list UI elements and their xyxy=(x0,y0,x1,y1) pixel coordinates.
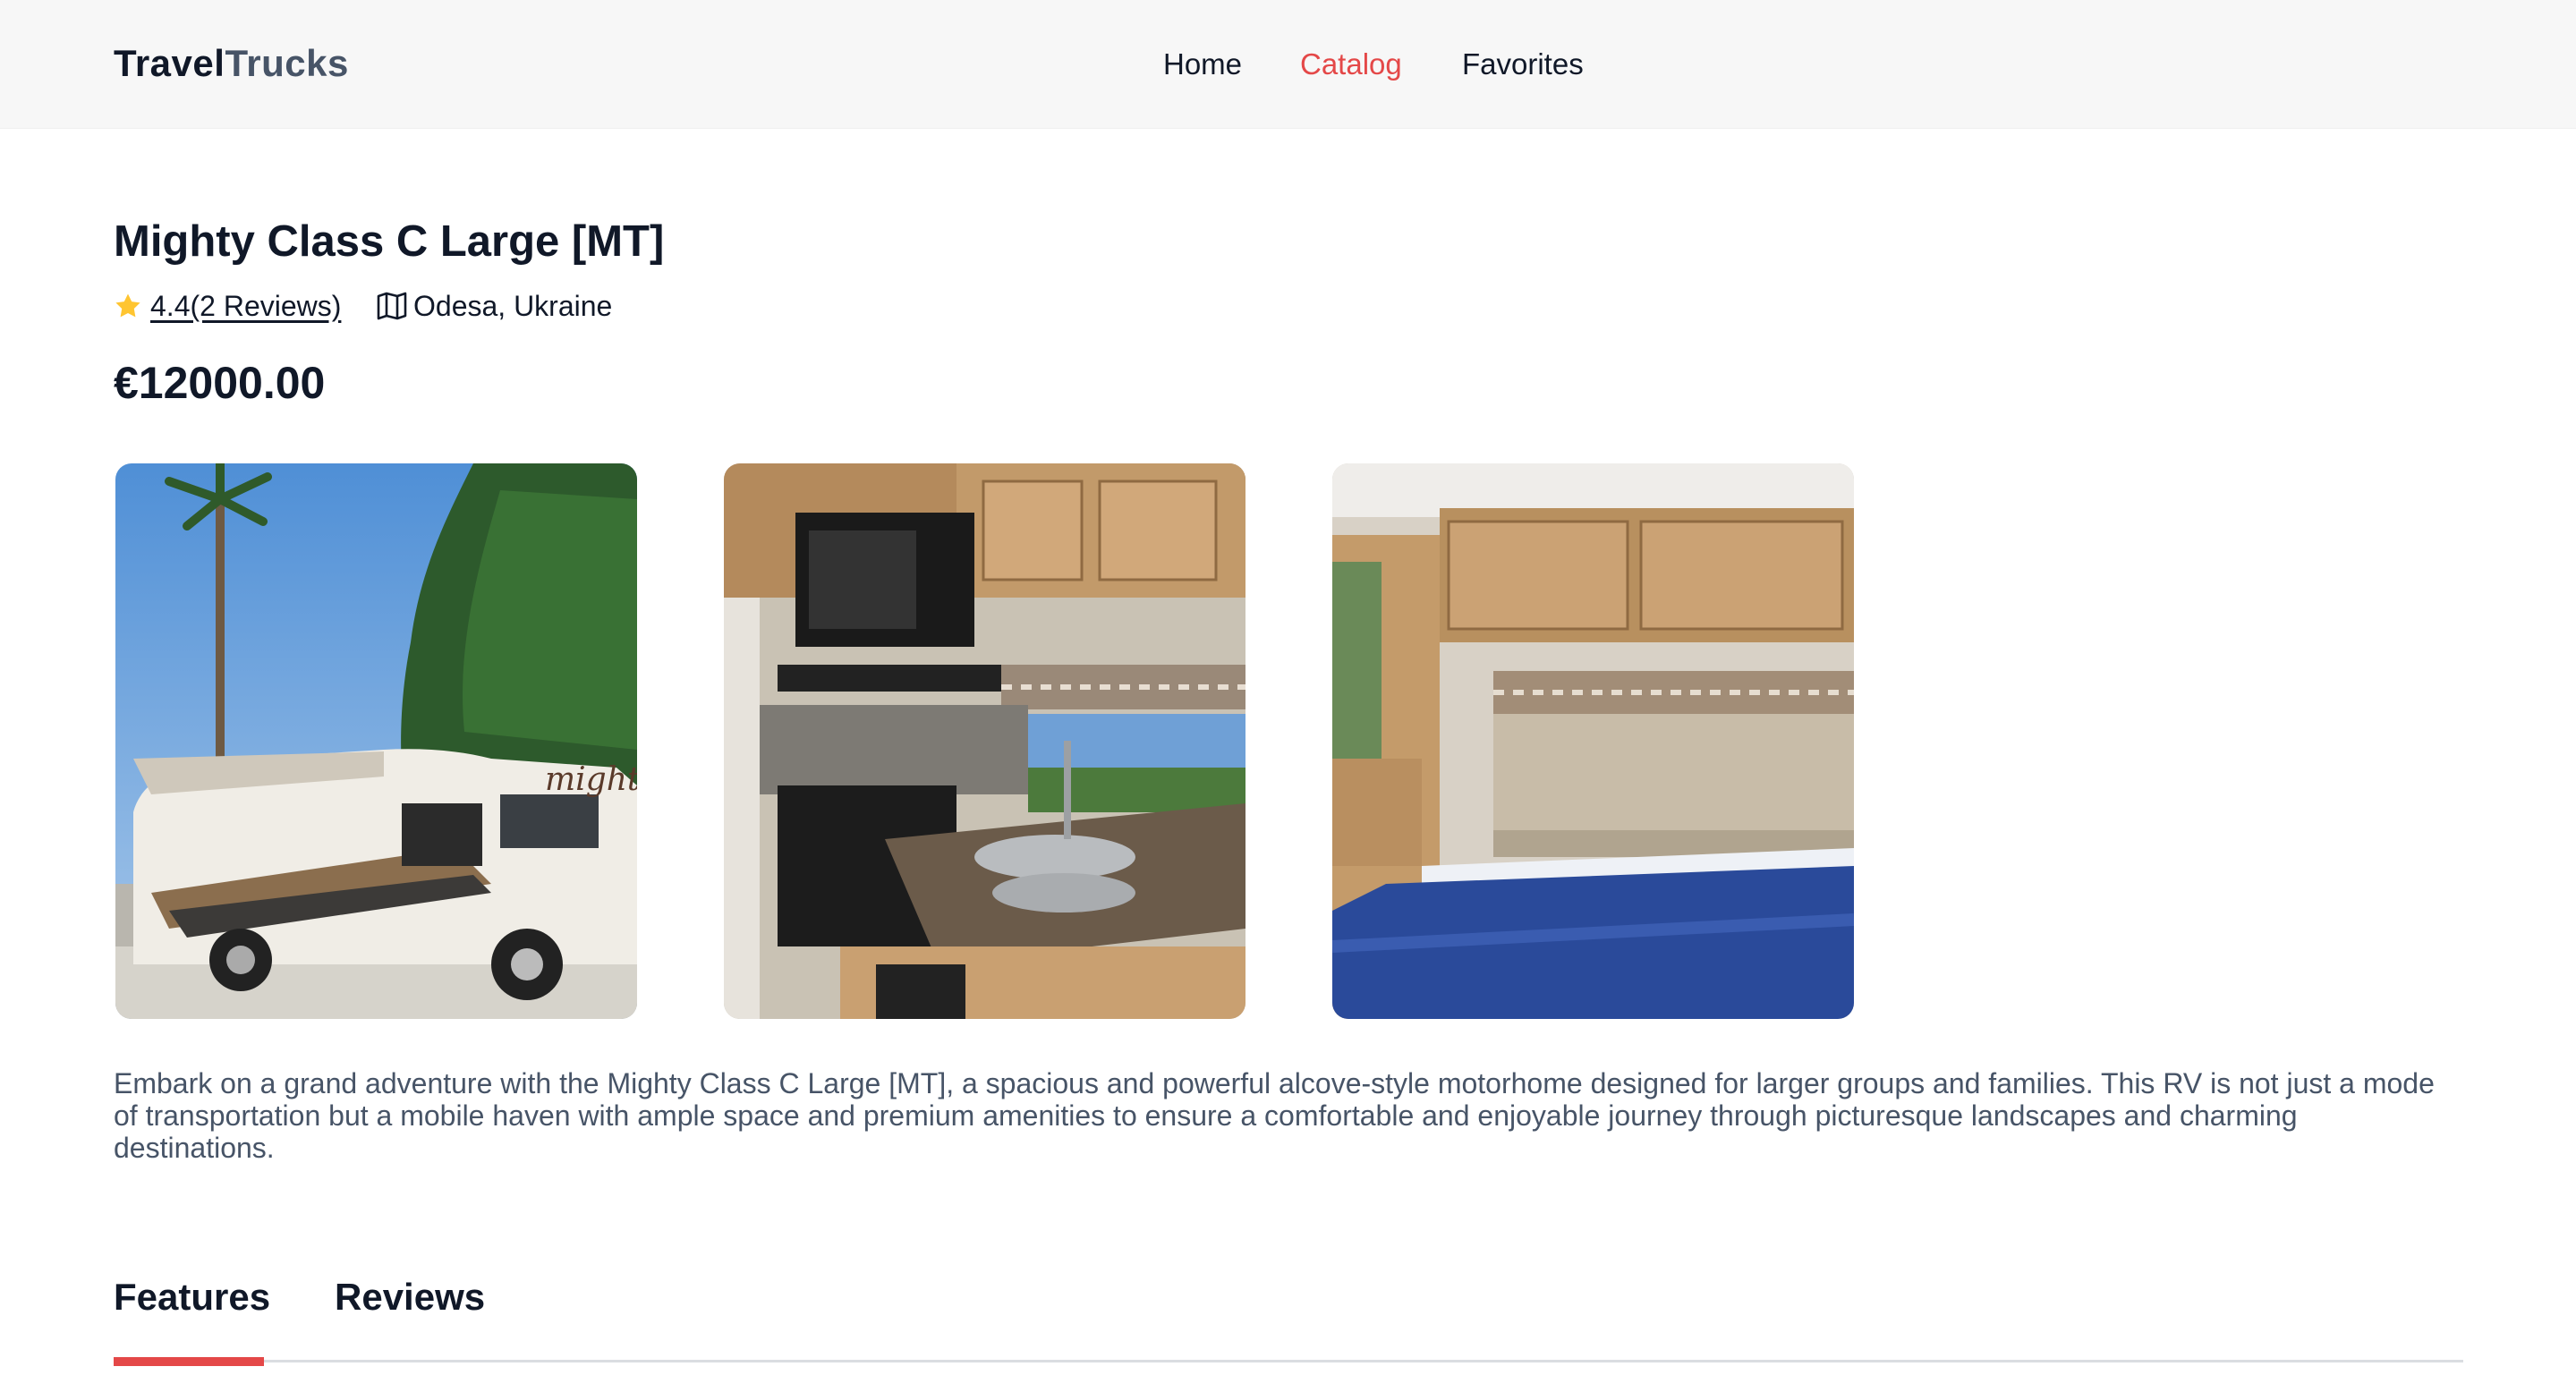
motorhome-exterior-photo: mighty xyxy=(115,463,637,1019)
svg-text:mighty: mighty xyxy=(545,761,637,798)
camper-details-page: TravelTrucks Home Catalog Favorites Migh… xyxy=(0,0,2576,1392)
map-icon xyxy=(377,292,407,320)
camper-title: Mighty Class C Large [MT] xyxy=(114,217,665,266)
gallery-image-bedroom[interactable] xyxy=(1332,463,1854,1019)
bedroom-interior-photo xyxy=(1332,463,1854,1019)
tabs-divider xyxy=(114,1360,2463,1362)
location-text: Odesa, Ukraine xyxy=(413,290,613,322)
site-header: TravelTrucks Home Catalog Favorites xyxy=(0,0,2576,129)
kitchen-interior-photo xyxy=(724,463,1245,1019)
nav-home-link[interactable]: Home xyxy=(1163,39,1242,89)
star-icon xyxy=(115,293,140,318)
tab-features[interactable]: Features xyxy=(114,1261,270,1333)
nav-catalog-link[interactable]: Catalog xyxy=(1300,39,1402,89)
nav-favorites-link[interactable]: Favorites xyxy=(1462,39,1584,89)
rating-reviews-link[interactable]: 4.4(2 Reviews) xyxy=(150,284,341,327)
price: €12000.00 xyxy=(114,358,326,408)
camper-description: Embark on a grand adventure with the Mig… xyxy=(114,1067,2435,1164)
tab-reviews[interactable]: Reviews xyxy=(335,1261,485,1333)
details-tabs: Features Reviews xyxy=(114,1261,2463,1367)
active-tab-indicator xyxy=(114,1357,264,1366)
gallery-image-kitchen[interactable] xyxy=(724,463,1245,1019)
gallery-image-exterior[interactable]: mighty xyxy=(115,463,637,1019)
main-nav: Home Catalog Favorites xyxy=(0,39,2576,89)
